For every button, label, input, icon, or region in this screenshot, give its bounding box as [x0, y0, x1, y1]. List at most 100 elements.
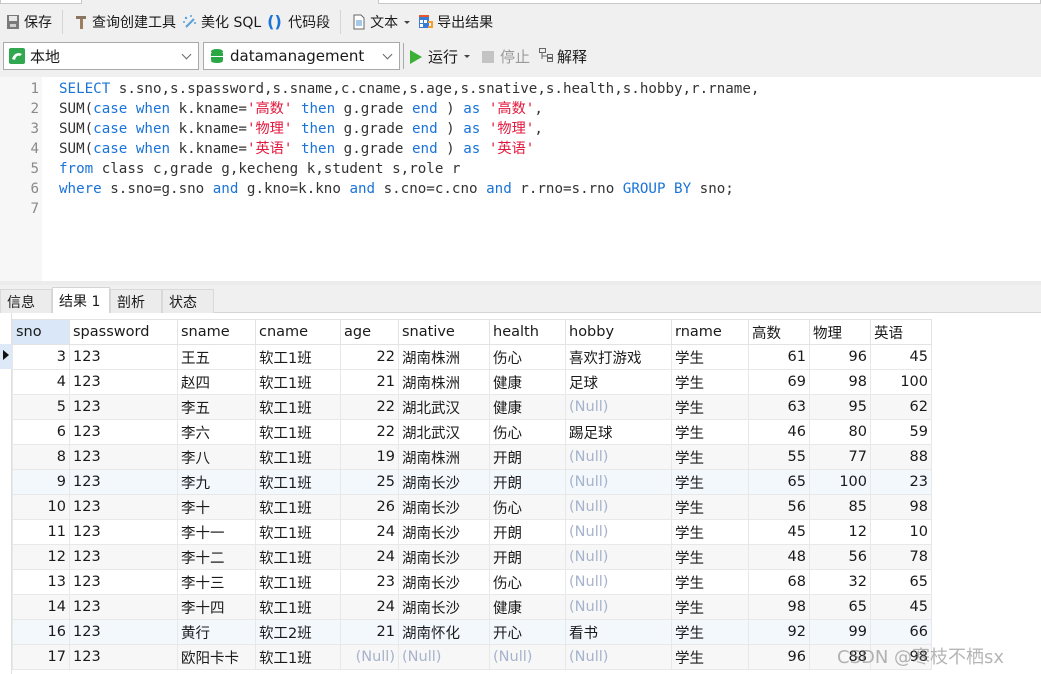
cell-sname[interactable]: 李十二 — [177, 544, 256, 570]
database-select[interactable]: datamanagement — [203, 42, 400, 70]
column-header[interactable]: snative — [398, 319, 490, 345]
run-button[interactable]: 运行 — [410, 46, 472, 67]
cell-sname[interactable]: 欧阳卡卡 — [177, 644, 256, 670]
cell-英语[interactable]: 98 — [870, 644, 932, 670]
column-header[interactable]: 英语 — [870, 319, 932, 345]
cell-sno[interactable]: 3 — [12, 344, 70, 370]
cell-英语[interactable]: 98 — [870, 494, 932, 520]
cell-age[interactable]: 21 — [340, 619, 399, 645]
cell-hobby[interactable]: 看书 — [565, 619, 672, 645]
table-row[interactable]: 16 123 黄行 软工2班 21 湖南怀化 开心 看书 学生 92 99 66 — [12, 619, 932, 645]
cell-health[interactable]: 伤心 — [489, 494, 566, 520]
column-header[interactable]: spassword — [69, 319, 178, 345]
cell-物理[interactable]: 85 — [809, 494, 871, 520]
cell-物理[interactable]: 96 — [809, 344, 871, 370]
cell-spassword[interactable]: 123 — [69, 544, 178, 570]
tab-status[interactable]: 状态 — [162, 289, 214, 313]
cell-hobby[interactable]: (Null) — [565, 519, 672, 545]
table-row[interactable]: 9 123 李九 软工1班 25 湖南长沙 开朗 (Null) 学生 65 100 23 — [12, 469, 932, 495]
column-header[interactable]: age — [340, 319, 399, 345]
cell-spassword[interactable]: 123 — [69, 619, 178, 645]
cell-sno[interactable]: 16 — [12, 619, 70, 645]
cell-物理[interactable]: 98 — [809, 369, 871, 395]
cell-spassword[interactable]: 123 — [69, 519, 178, 545]
cell-sname[interactable]: 李六 — [177, 419, 256, 445]
cell-age[interactable]: 22 — [340, 344, 399, 370]
code-snippet-button[interactable]: () 代码段 — [264, 9, 333, 35]
cell-snative[interactable]: 湖南长沙 — [398, 469, 490, 495]
column-header[interactable]: sno — [12, 319, 70, 345]
table-row[interactable]: 6 123 李六 软工1班 22 湖北武汉 伤心 踢足球 学生 46 80 59 — [12, 419, 932, 445]
cell-hobby[interactable]: (Null) — [565, 544, 672, 570]
cell-spassword[interactable]: 123 — [69, 594, 178, 620]
table-row[interactable]: 8 123 李八 软工1班 19 湖南株洲 开朗 (Null) 学生 55 77 88 — [12, 444, 932, 470]
cell-cname[interactable]: 软工1班 — [255, 444, 341, 470]
cell-高数[interactable]: 46 — [748, 419, 810, 445]
cell-物理[interactable]: 32 — [809, 569, 871, 595]
cell-hobby[interactable]: (Null) — [565, 494, 672, 520]
code-line[interactable]: 4 SUM(case when k.kname='英语' then g.grade… — [0, 139, 759, 159]
cell-高数[interactable]: 45 — [748, 519, 810, 545]
cell-高数[interactable]: 69 — [748, 369, 810, 395]
stop-button[interactable]: 停止 — [482, 46, 530, 67]
cell-cname[interactable]: 软工1班 — [255, 344, 341, 370]
cell-sname[interactable]: 李十三 — [177, 569, 256, 595]
cell-高数[interactable]: 61 — [748, 344, 810, 370]
cell-snative[interactable]: 湖南长沙 — [398, 494, 490, 520]
cell-cname[interactable]: 软工1班 — [255, 394, 341, 420]
cell-age[interactable]: 26 — [340, 494, 399, 520]
table-row[interactable]: 17 123 欧阳卡卡 软工1班 (Null) (Null) (Null) (Null) 学生 9… — [12, 644, 932, 670]
table-row[interactable]: 10 123 李十 软工1班 26 湖南长沙 伤心 (Null) 学生 56 85 98 — [12, 494, 932, 520]
cell-health[interactable]: 健康 — [489, 369, 566, 395]
cell-spassword[interactable]: 123 — [69, 494, 178, 520]
cell-rname[interactable]: 学生 — [671, 619, 749, 645]
cell-health[interactable]: (Null) — [489, 644, 566, 670]
query-builder-button[interactable]: 查询创建工具 — [70, 9, 179, 35]
cell-sname[interactable]: 赵四 — [177, 369, 256, 395]
cell-英语[interactable]: 10 — [870, 519, 932, 545]
cell-cname[interactable]: 软工1班 — [255, 419, 341, 445]
dropdown-caret-icon[interactable] — [404, 20, 411, 24]
cell-age[interactable]: 22 — [340, 419, 399, 445]
dropdown-caret-icon[interactable] — [464, 55, 471, 58]
cell-物理[interactable]: 12 — [809, 519, 871, 545]
cell-rname[interactable]: 学生 — [671, 444, 749, 470]
cell-sno[interactable]: 10 — [12, 494, 70, 520]
cell-age[interactable]: 19 — [340, 444, 399, 470]
column-header[interactable]: cname — [255, 319, 341, 345]
cell-英语[interactable]: 65 — [870, 569, 932, 595]
cell-hobby[interactable]: 喜欢打游戏 — [565, 344, 672, 370]
cell-英语[interactable]: 62 — [870, 394, 932, 420]
cell-snative[interactable]: 湖南株洲 — [398, 344, 490, 370]
cell-高数[interactable]: 92 — [748, 619, 810, 645]
cell-cname[interactable]: 软工1班 — [255, 644, 341, 670]
tab-profile[interactable]: 剖析 — [110, 289, 162, 313]
cell-hobby[interactable]: (Null) — [565, 394, 672, 420]
table-row[interactable]: 11 123 李十一 软工1班 24 湖南长沙 开朗 (Null) 学生 45 12 10 — [12, 519, 932, 545]
cell-snative[interactable]: 湖南长沙 — [398, 519, 490, 545]
cell-英语[interactable]: 100 — [870, 369, 932, 395]
beautify-sql-button[interactable]: 美化 SQL — [179, 9, 264, 35]
cell-rname[interactable]: 学生 — [671, 519, 749, 545]
sql-editor[interactable]: 1 SELECT s.sno,s.spassword,s.sname,c.cnam… — [0, 77, 1041, 281]
cell-物理[interactable]: 65 — [809, 594, 871, 620]
cell-spassword[interactable]: 123 — [69, 469, 178, 495]
cell-snative[interactable]: 湖南株洲 — [398, 369, 490, 395]
cell-sname[interactable]: 李十一 — [177, 519, 256, 545]
cell-sname[interactable]: 李十 — [177, 494, 256, 520]
cell-sno[interactable]: 4 — [12, 369, 70, 395]
cell-rname[interactable]: 学生 — [671, 569, 749, 595]
code-line[interactable]: 2 SUM(case when k.kname='高数' then g.grade… — [0, 99, 759, 119]
cell-snative[interactable]: 湖南长沙 — [398, 594, 490, 620]
splitter[interactable] — [0, 281, 1041, 285]
cell-cname[interactable]: 软工1班 — [255, 569, 341, 595]
cell-cname[interactable]: 软工1班 — [255, 469, 341, 495]
cell-物理[interactable]: 95 — [809, 394, 871, 420]
cell-snative[interactable]: 湖南长沙 — [398, 544, 490, 570]
cell-物理[interactable]: 77 — [809, 444, 871, 470]
cell-spassword[interactable]: 123 — [69, 394, 178, 420]
cell-health[interactable]: 开朗 — [489, 544, 566, 570]
cell-cname[interactable]: 软工1班 — [255, 494, 341, 520]
code-line[interactable]: 6 where s.sno=g.sno and g.kno=k.kno and s… — [0, 179, 759, 199]
tab-info[interactable]: 信息 — [0, 289, 52, 313]
